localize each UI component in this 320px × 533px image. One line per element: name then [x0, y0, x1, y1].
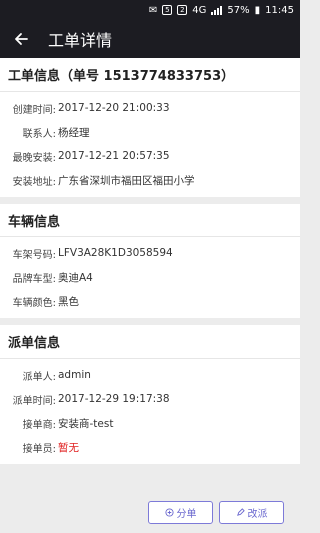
- field-label: 最晚安装:: [12, 152, 56, 164]
- field-label: 车架号码:: [12, 249, 56, 261]
- reassign-button[interactable]: 改派: [219, 501, 284, 524]
- page-title: 工单详情: [48, 31, 113, 50]
- field-value: admin: [58, 369, 91, 381]
- field-label: 接单商:: [22, 419, 56, 431]
- network-type: 4G: [192, 4, 207, 16]
- info-row: 联系人: 杨经理: [0, 120, 300, 144]
- info-row: 车辆颜色: 黑色: [0, 289, 300, 313]
- field-label: 安装地址:: [12, 176, 56, 188]
- field-value: 杨经理: [58, 126, 90, 139]
- dispatch-info-section: 派单信息 派单人: admin 派单时间: 2017-12-29 19:17:3…: [0, 325, 300, 464]
- share-icon: [164, 508, 174, 517]
- dispatch-button[interactable]: 分单: [148, 501, 213, 524]
- field-value: LFV3A28K1D3058594: [58, 247, 173, 259]
- info-row: 安装地址: 广东省深圳市福田区福田小学: [0, 168, 300, 192]
- section-title: 车辆信息: [0, 204, 300, 237]
- reassign-button-label: 改派: [247, 509, 268, 520]
- field-value: 2017-12-29 19:17:38: [58, 393, 170, 405]
- battery-icon: ▮: [254, 4, 261, 16]
- field-label: 车辆颜色:: [12, 297, 56, 309]
- field-label: 派单人:: [22, 371, 56, 383]
- clock: 11:45: [265, 4, 294, 16]
- signal-icon: [211, 5, 223, 15]
- battery-level: 57%: [227, 4, 250, 16]
- field-label: 接单员:: [22, 443, 56, 455]
- info-row: 车架号码: LFV3A28K1D3058594: [0, 241, 300, 265]
- section-title: 派单信息: [0, 325, 300, 359]
- status-bar: ✉ 5 2 4G 57% ▮ 11:45: [0, 0, 300, 20]
- action-bar: 分单 改派: [148, 501, 284, 524]
- status-value: 暂无: [58, 441, 79, 454]
- back-arrow-icon: [15, 33, 28, 45]
- field-value: 奥迪A4: [58, 271, 93, 284]
- field-value: 2017-12-21 20:57:35: [58, 150, 170, 162]
- section-title: 工单信息（单号 1513774833753）: [0, 58, 300, 92]
- field-label: 创建时间:: [12, 104, 56, 116]
- back-button[interactable]: [10, 28, 32, 50]
- field-label: 品牌车型:: [12, 273, 56, 285]
- info-row: 派单时间: 2017-12-29 19:17:38: [0, 387, 300, 411]
- edit-icon: [236, 508, 245, 516]
- field-label: 联系人:: [22, 128, 56, 140]
- app-badge-icon: 2: [177, 5, 188, 15]
- info-row: 派单人: admin: [0, 363, 300, 387]
- field-value: 广东省深圳市福田区福田小学: [58, 174, 195, 187]
- field-value: 黑色: [58, 295, 79, 308]
- info-row: 创建时间: 2017-12-20 21:00:33: [0, 96, 300, 120]
- notification-icon: ✉: [148, 4, 158, 16]
- field-value: 安装商-test: [58, 417, 114, 430]
- field-label: 派单时间:: [12, 395, 56, 407]
- info-row: 接单员: 暂无: [0, 435, 300, 459]
- info-row: 接单商: 安装商-test: [0, 411, 300, 435]
- field-value: 2017-12-20 21:00:33: [58, 102, 170, 114]
- info-row: 品牌车型: 奥迪A4: [0, 265, 300, 289]
- dispatch-button-label: 分单: [176, 509, 197, 520]
- vehicle-info-section: 车辆信息 车架号码: LFV3A28K1D3058594 品牌车型: 奥迪A4 …: [0, 204, 300, 318]
- info-row: 最晚安装: 2017-12-21 20:57:35: [0, 144, 300, 168]
- app-bar: 工单详情: [0, 20, 300, 58]
- order-info-section: 工单信息（单号 1513774833753） 创建时间: 2017-12-20 …: [0, 58, 300, 197]
- app-badge-icon: 5: [162, 5, 173, 15]
